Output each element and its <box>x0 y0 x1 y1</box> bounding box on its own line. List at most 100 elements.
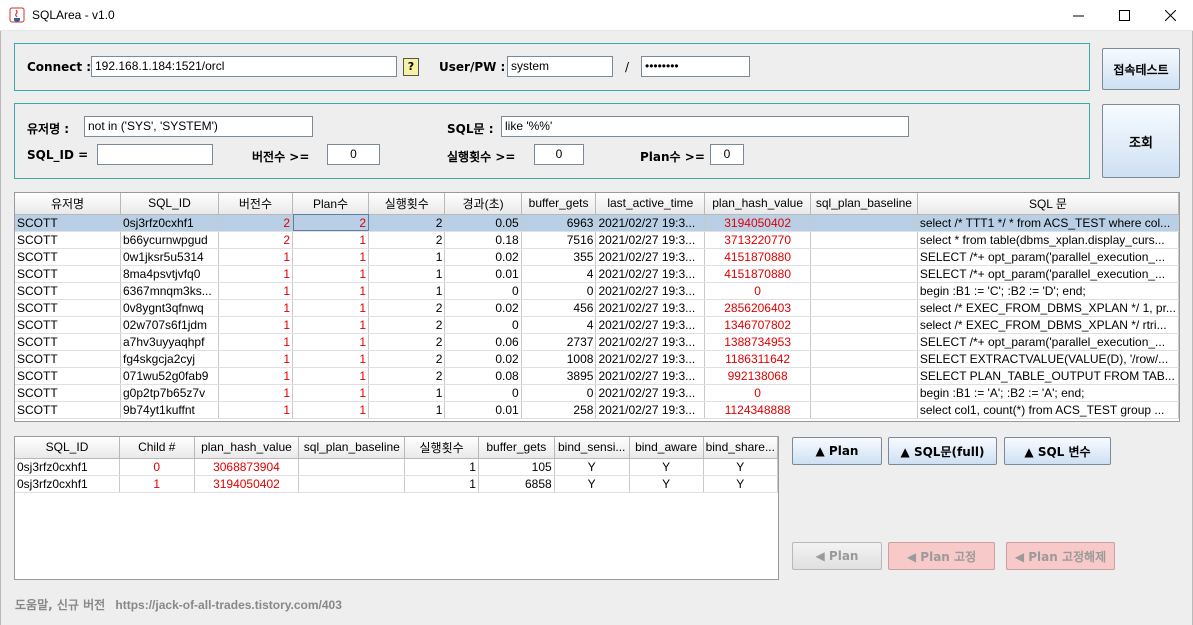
column-header[interactable]: Child # <box>119 437 195 459</box>
table-cell[interactable]: SCOTT <box>15 299 121 317</box>
table-cell[interactable]: 0 <box>119 458 195 476</box>
table-cell[interactable]: select /* TTT1 */ * from ACS_TEST where … <box>917 214 1179 232</box>
column-header[interactable]: Plan수 <box>292 193 370 215</box>
table-cell[interactable]: 3713220770 <box>704 231 811 249</box>
help-icon[interactable]: ? <box>403 58 419 76</box>
maximize-button[interactable] <box>1101 0 1147 31</box>
column-header[interactable]: bind_share... <box>703 437 778 459</box>
column-header[interactable]: 유저명 <box>15 193 121 215</box>
sql-area-row[interactable]: SCOTT g0p2tp7b65z7v 1 1 1 0 0 2021/02/27 19:3..… <box>15 384 1179 402</box>
table-cell[interactable]: 4 <box>521 316 597 334</box>
password-input[interactable]: •••••••• <box>641 56 750 77</box>
child-cursor-row[interactable]: 0sj3rfz0cxhf1 0 3068873904 1 105 Y Y Y <box>15 458 778 476</box>
table-cell[interactable]: 355 <box>521 248 597 266</box>
column-header[interactable]: SQL_ID <box>120 193 219 215</box>
table-cell[interactable]: 6367mnqm3ks... <box>120 282 219 300</box>
column-header[interactable]: buffer_gets <box>521 193 597 215</box>
table-cell[interactable]: 0 <box>704 282 811 300</box>
table-cell[interactable]: 2856206403 <box>704 299 811 317</box>
sql-area-row[interactable]: SCOTT 0sj3rfz0cxhf1 2 2 2 0.05 6963 2021/02/27 … <box>15 214 1179 232</box>
table-cell[interactable]: 1 <box>218 350 294 368</box>
table-cell[interactable]: 1 <box>292 299 370 317</box>
table-cell[interactable]: 2737 <box>521 333 597 351</box>
table-cell[interactable]: SELECT PLAN_TABLE_OUTPUT FROM TAB... <box>917 367 1179 385</box>
version-count-input[interactable]: 0 <box>327 144 380 165</box>
table-cell[interactable]: 3194050402 <box>704 214 811 232</box>
table-cell[interactable]: 1 <box>292 316 370 334</box>
table-cell[interactable]: 0.08 <box>444 367 522 385</box>
table-cell[interactable]: SCOTT <box>15 350 121 368</box>
table-cell[interactable]: fg4skgcja2cyj <box>120 350 219 368</box>
table-cell[interactable]: 0.05 <box>444 214 522 232</box>
table-cell[interactable]: a7hv3uyyaqhpf <box>120 333 219 351</box>
table-cell[interactable] <box>810 350 918 368</box>
table-cell[interactable]: 105 <box>478 458 555 476</box>
table-cell[interactable]: 258 <box>521 401 597 419</box>
table-cell[interactable]: 0.01 <box>444 265 522 283</box>
table-cell[interactable]: 1 <box>218 265 294 283</box>
table-cell[interactable]: 9b74yt1kuffnt <box>120 401 219 419</box>
table-cell[interactable]: 6858 <box>478 475 555 493</box>
table-cell[interactable]: 2 <box>368 299 446 317</box>
table-cell[interactable] <box>810 384 918 402</box>
table-cell[interactable]: 1 <box>218 282 294 300</box>
table-cell[interactable]: select * from table(dbms_xplan.display_c… <box>917 231 1179 249</box>
column-header[interactable]: sql_plan_baseline <box>298 437 406 459</box>
column-header[interactable]: 경과(초) <box>444 193 522 215</box>
table-cell[interactable]: 2 <box>218 214 294 232</box>
sql-area-row[interactable]: SCOTT 6367mnqm3ks... 1 1 1 0 0 2021/02/27 19:3.… <box>15 282 1179 300</box>
sql-filter-input[interactable]: like '%%' <box>501 116 909 137</box>
plan-count-input[interactable]: 0 <box>710 144 744 165</box>
table-cell[interactable]: begin :B1 := 'A'; :B2 := 'A'; end; <box>917 384 1179 402</box>
table-cell[interactable]: 0 <box>521 282 597 300</box>
sql-area-row[interactable]: SCOTT 071wu52g0fab9 1 1 2 0.08 3895 2021/02/27 … <box>15 367 1179 385</box>
table-cell[interactable]: 0.02 <box>444 350 522 368</box>
sql-area-row[interactable]: SCOTT 02w707s6f1jdm 1 1 2 0 4 2021/02/27 19:3..… <box>15 316 1179 334</box>
table-cell[interactable]: 2 <box>368 231 446 249</box>
table-cell[interactable] <box>810 282 918 300</box>
table-cell[interactable]: select /* EXEC_FROM_DBMS_XPLAN */ rtri..… <box>917 316 1179 334</box>
table-cell[interactable]: 2 <box>368 333 446 351</box>
table-cell[interactable]: begin :B1 := 'C'; :B2 := 'D'; end; <box>917 282 1179 300</box>
table-cell[interactable]: 1 <box>368 248 446 266</box>
table-cell[interactable]: 6963 <box>521 214 597 232</box>
table-cell[interactable]: Y <box>703 475 778 493</box>
sql-area-row[interactable]: SCOTT fg4skgcja2cyj 1 1 2 0.02 1008 2021/02/27 … <box>15 350 1179 368</box>
plan-back-button[interactable]: ◀ Plan <box>792 542 882 570</box>
close-button[interactable] <box>1147 0 1193 31</box>
column-header[interactable]: last_active_time <box>595 193 706 215</box>
table-cell[interactable]: 1 <box>368 265 446 283</box>
table-cell[interactable]: 2021/02/27 19:3... <box>595 214 706 232</box>
table-cell[interactable]: Y <box>703 458 778 476</box>
table-cell[interactable]: b66ycurnwpgud <box>120 231 219 249</box>
table-cell[interactable]: 1 <box>368 384 446 402</box>
table-cell[interactable]: select /* EXEC_FROM_DBMS_XPLAN */ 1, pr.… <box>917 299 1179 317</box>
table-cell[interactable]: 1 <box>218 384 294 402</box>
table-cell[interactable]: 0 <box>521 384 597 402</box>
table-cell[interactable]: 1124348888 <box>704 401 811 419</box>
table-cell[interactable]: SCOTT <box>15 367 121 385</box>
table-cell[interactable]: 2021/02/27 19:3... <box>595 384 706 402</box>
user-input[interactable]: system <box>507 56 613 77</box>
table-cell[interactable]: 0 <box>444 384 522 402</box>
table-cell[interactable]: SCOTT <box>15 214 121 232</box>
table-cell[interactable]: 1186311642 <box>704 350 811 368</box>
table-cell[interactable]: 2021/02/27 19:3... <box>595 350 706 368</box>
table-cell[interactable]: 1 <box>218 299 294 317</box>
table-cell[interactable]: 4151870880 <box>704 248 811 266</box>
table-cell[interactable]: 0sj3rfz0cxhf1 <box>15 475 121 493</box>
table-cell[interactable] <box>810 248 918 266</box>
table-cell[interactable]: 0w1jksr5u5314 <box>120 248 219 266</box>
sql-area-row[interactable]: SCOTT 8ma4psvtjvfq0 1 1 1 0.01 4 2021/02/27 19:… <box>15 265 1179 283</box>
table-cell[interactable]: select col1, count(*) from ACS_TEST grou… <box>917 401 1179 419</box>
table-cell[interactable]: 1 <box>368 282 446 300</box>
table-cell[interactable]: 1 <box>292 333 370 351</box>
table-cell[interactable] <box>298 475 406 493</box>
column-header[interactable]: plan_hash_value <box>194 437 300 459</box>
sql-area-row[interactable]: SCOTT 9b74yt1kuffnt 1 1 1 0.01 258 2021/02/27 1… <box>15 401 1179 419</box>
table-cell[interactable]: 0 <box>444 316 522 334</box>
table-cell[interactable]: 1 <box>218 333 294 351</box>
table-cell[interactable] <box>810 401 918 419</box>
table-cell[interactable]: SELECT EXTRACTVALUE(VALUE(D), '/row/... <box>917 350 1179 368</box>
table-cell[interactable]: 2021/02/27 19:3... <box>595 299 706 317</box>
